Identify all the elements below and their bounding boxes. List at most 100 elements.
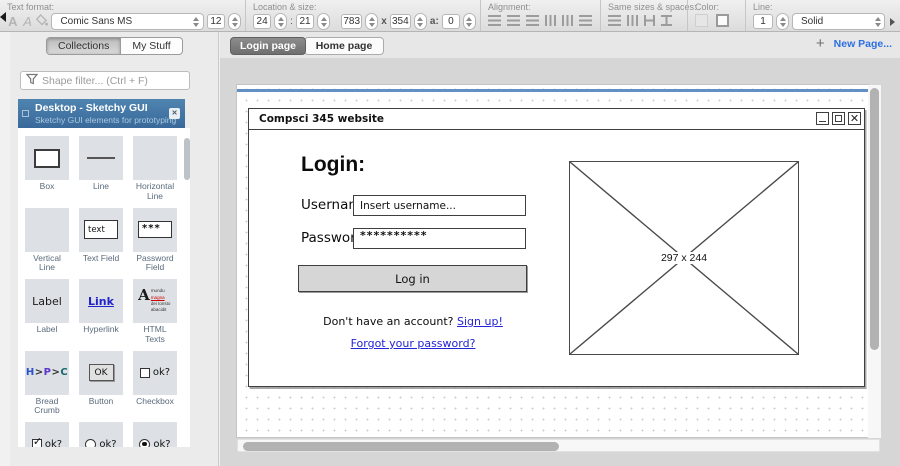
wireframe-window-title: Compsci 345 website xyxy=(259,113,384,125)
wireframe-image-placeholder[interactable]: 297 x 244 xyxy=(569,161,799,355)
shape-checked-checkbox[interactable]: ok? Checked xyxy=(25,422,69,447)
size-height-stepper[interactable] xyxy=(414,13,427,30)
shape-box[interactable]: Box xyxy=(25,136,69,202)
toolbar-overflow-arrow-icon[interactable] xyxy=(890,18,895,26)
align-top-icon[interactable] xyxy=(545,15,556,26)
toolbar-section-same-sizes: Same sizes & spaces: xyxy=(600,0,687,31)
shape-text-field[interactable]: text Text Field xyxy=(79,208,123,274)
signup-prompt-text: Don't have an account? xyxy=(323,315,453,328)
forgot-password-link[interactable]: Forgot your password? xyxy=(351,337,476,350)
stroke-color-swatch[interactable] xyxy=(716,14,729,27)
angle-field[interactable]: 0 xyxy=(442,14,460,29)
wireframe-login-heading[interactable]: Login: xyxy=(301,153,365,177)
location-x-stepper[interactable] xyxy=(274,13,287,30)
maximize-icon[interactable] xyxy=(832,112,845,125)
color-label: Color: xyxy=(688,2,745,12)
location-size-label: Location & size: xyxy=(246,2,480,12)
vertical-scrollbar[interactable] xyxy=(868,85,881,438)
fill-color-swatch[interactable] xyxy=(695,14,708,27)
line-shape-icon xyxy=(87,157,115,159)
angle-stepper[interactable] xyxy=(463,13,476,30)
hyperlink-shape-icon: Link xyxy=(88,295,114,308)
align-center-icon[interactable] xyxy=(507,15,520,26)
collection-collapse-icon[interactable] xyxy=(22,110,29,117)
shape-label[interactable]: Label Label xyxy=(25,279,69,345)
canvas-guide-line xyxy=(237,89,868,92)
shape-password-field[interactable]: *** Password Field xyxy=(133,208,177,274)
line-style-value: Solid xyxy=(801,16,823,27)
align-middle-icon[interactable] xyxy=(562,15,573,26)
box-shape-icon xyxy=(34,149,60,168)
line-width-stepper[interactable] xyxy=(776,13,789,30)
align-right-icon[interactable] xyxy=(526,15,539,26)
size-width-field[interactable]: 783 xyxy=(341,14,362,29)
wireframe-login-button[interactable]: Log in xyxy=(298,265,527,292)
vertical-scrollbar-thumb[interactable] xyxy=(870,88,879,350)
plus-icon: + xyxy=(816,36,825,51)
location-x-field[interactable]: 24 xyxy=(253,14,271,29)
italic-icon[interactable]: A xyxy=(22,14,34,30)
same-hspacing-icon[interactable] xyxy=(644,15,655,26)
size-height-field[interactable]: 354 xyxy=(390,14,411,29)
collection-close-icon[interactable]: ✕ xyxy=(169,108,180,119)
tab-my-stuff[interactable]: My Stuff xyxy=(121,38,181,54)
wireframe-window-titlebar[interactable]: Compsci 345 website xyxy=(249,109,864,130)
line-width-field[interactable]: 1 xyxy=(753,14,773,29)
shape-vertical-line[interactable]: Vertical Line xyxy=(25,208,69,274)
page-canvas[interactable]: Compsci 345 website ✕ Login: Username: I… xyxy=(237,85,868,437)
location-y-stepper[interactable] xyxy=(317,13,330,30)
horizontal-scrollbar-thumb[interactable] xyxy=(243,442,559,451)
align-bottom-icon[interactable] xyxy=(579,15,592,26)
same-vspacing-icon[interactable] xyxy=(661,15,672,26)
toolbar-section-text-format: Text format: A A Comic Sans MS 12 xyxy=(0,0,245,31)
checked-checkbox-icon: ok? xyxy=(32,439,62,447)
filter-funnel-icon xyxy=(26,72,38,90)
collection-header[interactable]: Desktop - Sketchy GUI Sketchy GUI elemen… xyxy=(18,99,185,128)
shape-html-texts[interactable]: A mundu magna dei tonsto abacidit HTML T… xyxy=(133,279,177,345)
location-y-field[interactable]: 21 xyxy=(296,14,314,29)
shape-line[interactable]: Line xyxy=(79,136,123,202)
wireframe-forgot-row[interactable]: Forgot your password? xyxy=(289,337,537,350)
font-family-stepper-icon[interactable] xyxy=(190,14,203,29)
shape-horizontal-line[interactable]: Horizontal Line xyxy=(133,136,177,202)
new-page-button[interactable]: + New Page... xyxy=(816,36,892,51)
tab-login-page[interactable]: Login page xyxy=(230,37,306,55)
wireframe-window[interactable]: Compsci 345 website ✕ Login: Username: I… xyxy=(248,108,865,387)
same-height-icon[interactable] xyxy=(627,15,638,26)
tab-collections[interactable]: Collections xyxy=(47,38,121,54)
shape-filter-input[interactable] xyxy=(42,75,172,87)
fill-format-icon[interactable] xyxy=(36,14,48,30)
font-size-stepper[interactable] xyxy=(228,13,241,30)
align-left-icon[interactable] xyxy=(488,15,501,26)
shape-selected-radio[interactable]: ok? Selected xyxy=(133,422,177,447)
toolbar: Text format: A A Comic Sans MS 12 Locati… xyxy=(0,0,900,32)
label-shape-icon: Label xyxy=(32,295,62,308)
line-style-stepper-icon[interactable] xyxy=(871,14,884,29)
font-size-field[interactable]: 12 xyxy=(207,14,225,29)
wireframe-username-field[interactable]: Insert username... xyxy=(353,195,526,216)
line-style-select[interactable]: Solid xyxy=(792,13,885,30)
wireframe-password-field[interactable]: ********** xyxy=(353,228,526,249)
shape-button[interactable]: OK Button xyxy=(79,351,123,417)
font-family-select[interactable]: Comic Sans MS xyxy=(51,13,203,30)
minimize-icon[interactable] xyxy=(816,112,829,125)
signup-link[interactable]: Sign up! xyxy=(457,315,503,328)
font-style-icon[interactable]: A xyxy=(7,14,19,30)
toolbar-section-color: Color: xyxy=(687,0,745,31)
size-width-stepper[interactable] xyxy=(365,13,378,30)
text-field-icon: text xyxy=(84,220,118,239)
shape-bread-crumb[interactable]: H>P>C Bread Crumb xyxy=(25,351,69,417)
sidebar-scrollbar-thumb[interactable] xyxy=(184,138,190,180)
shape-checkbox[interactable]: ok? Checkbox xyxy=(133,351,177,417)
wireframe-signup-row[interactable]: Don't have an account? Sign up! xyxy=(289,315,537,328)
shape-hyperlink[interactable]: Link Hyperlink xyxy=(79,279,123,345)
close-icon[interactable]: ✕ xyxy=(848,112,861,125)
canvas-viewport[interactable]: Compsci 345 website ✕ Login: Username: I… xyxy=(220,58,900,466)
shape-filter-box[interactable] xyxy=(20,71,190,90)
password-field-icon: *** xyxy=(138,221,172,238)
shape-radio-button[interactable]: ok? Radio button xyxy=(79,422,123,447)
angle-prefix: a: xyxy=(430,16,439,27)
same-width-icon[interactable] xyxy=(608,15,621,26)
tab-home-page[interactable]: Home page xyxy=(304,37,384,55)
horizontal-scrollbar[interactable] xyxy=(237,439,880,452)
